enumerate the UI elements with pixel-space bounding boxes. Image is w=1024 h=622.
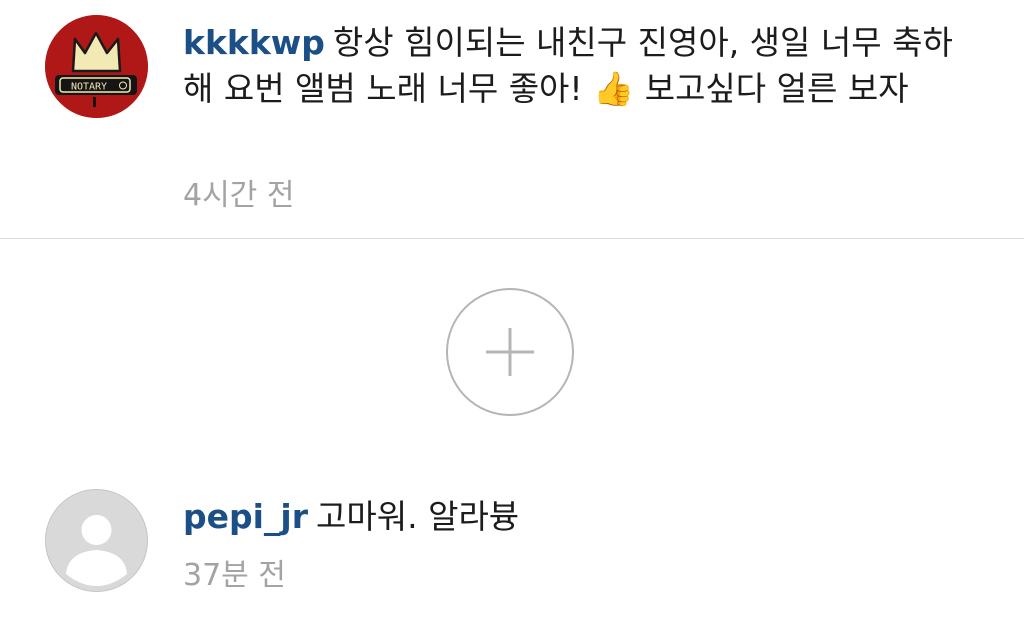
comment-timestamp: 4시간 전 (183, 178, 295, 213)
comment-body: 고마워. 알라븅 (316, 497, 520, 536)
plus-icon (486, 328, 534, 376)
username-link[interactable]: pepi_jr (183, 497, 308, 536)
comments-page: NOTARY kkkkwp 항상 힘이되는 내친구 진영아, 생일 너무 축하해 … (0, 0, 1024, 622)
username-link[interactable]: kkkkwp (183, 23, 325, 62)
divider (0, 238, 1024, 239)
comment-text-block: kkkkwp 항상 힘이되는 내친구 진영아, 생일 너무 축하해 요번 앨범 노… (183, 20, 963, 112)
comment-item: pepi_jr 고마워. 알라븅 37분 전 (0, 488, 1024, 608)
comment-text-block: pepi_jr 고마워. 알라븅 (183, 494, 963, 540)
load-more-button[interactable] (446, 288, 574, 416)
user-avatar[interactable] (45, 489, 148, 592)
comment-item: NOTARY kkkkwp 항상 힘이되는 내친구 진영아, 생일 너무 축하해 … (0, 14, 1024, 234)
comment-timestamp: 37분 전 (183, 558, 286, 593)
default-avatar-icon (46, 490, 147, 591)
crown-logo-icon: NOTARY (45, 15, 148, 118)
user-avatar[interactable]: NOTARY (45, 15, 148, 118)
avatar-logo-text: NOTARY (71, 82, 107, 93)
